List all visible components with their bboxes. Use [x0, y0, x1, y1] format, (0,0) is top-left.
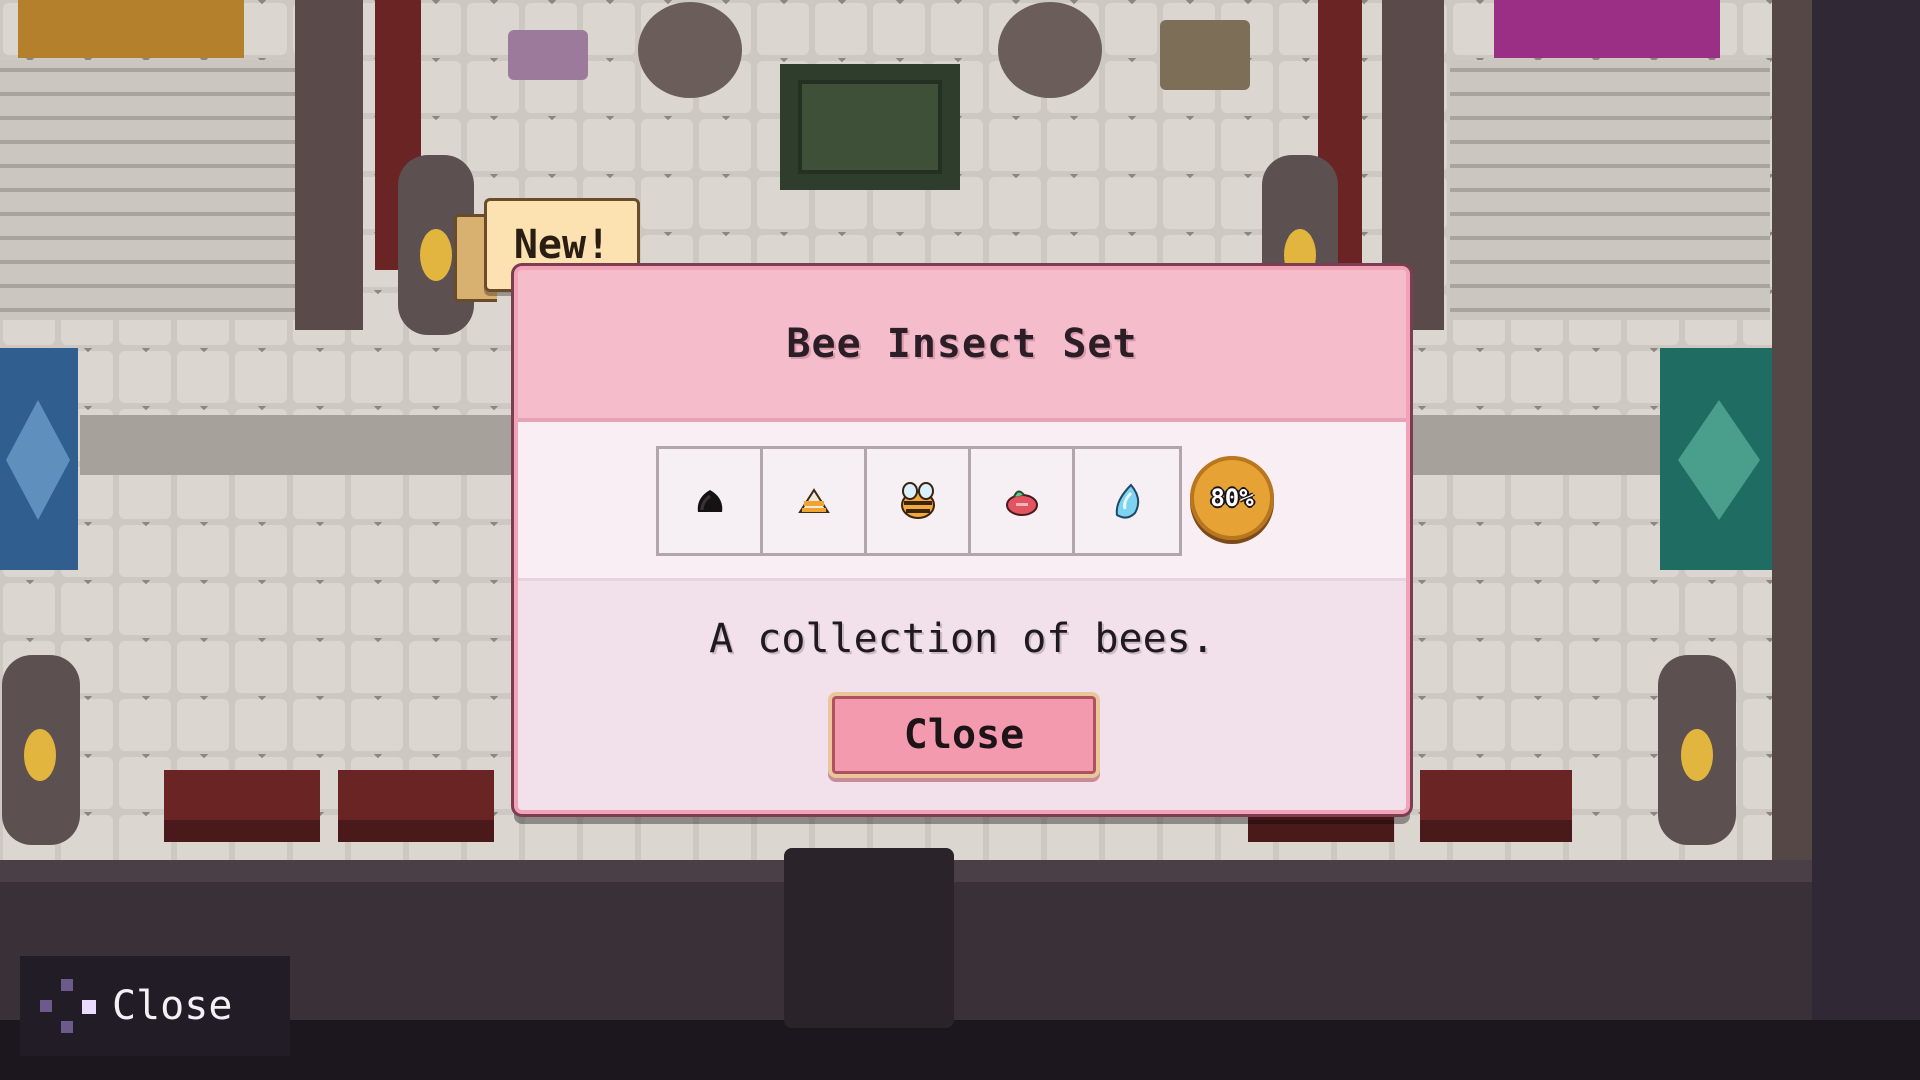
item-slot-3[interactable] — [867, 449, 971, 553]
item-slot-5[interactable] — [1075, 449, 1179, 553]
control-hint-bar: Close — [20, 956, 290, 1056]
hint-close-label: Close — [112, 983, 233, 1029]
set-description: A collection of bees. — [709, 616, 1215, 662]
dialog-title: Bee Insect Set — [786, 321, 1138, 367]
insect-set-dialog: Bee Insect Set 80% A collection of bees.… — [514, 266, 1410, 814]
dialog-header: Bee Insect Set — [518, 270, 1406, 422]
item-slot-1[interactable] — [659, 449, 763, 553]
orange-bee-icon — [797, 488, 830, 513]
dpad-icon — [40, 979, 96, 1033]
black-bee-icon — [697, 490, 722, 512]
item-slot-4[interactable] — [971, 449, 1075, 553]
new-badge-label: New! — [513, 222, 611, 268]
close-button[interactable]: Close — [828, 692, 1100, 778]
pink-bee-icon — [1005, 490, 1038, 516]
set-item-slots — [656, 446, 1182, 556]
completion-badge: 80% — [1190, 456, 1274, 540]
blue-bee-icon — [1115, 483, 1140, 519]
item-slot-2[interactable] — [763, 449, 867, 553]
close-button-label: Close — [903, 712, 1025, 758]
completion-label: 80% — [1210, 484, 1254, 512]
honey-bee-icon — [900, 482, 935, 519]
set-items-band: 80% — [518, 422, 1406, 581]
